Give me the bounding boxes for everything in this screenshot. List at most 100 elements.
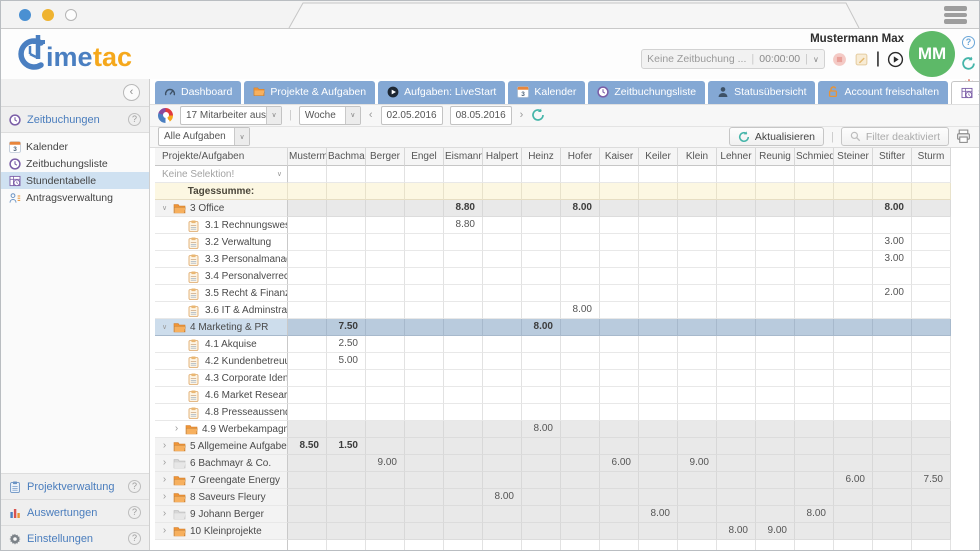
hours-cell[interactable] [717,217,756,234]
hours-cell[interactable] [288,421,327,438]
hours-cell[interactable] [405,370,444,387]
hours-cell[interactable] [600,421,639,438]
hours-cell[interactable] [522,200,561,217]
row-6-bachmayr-co[interactable]: ›6 Bachmayr & Co. [155,455,288,472]
hours-cell[interactable] [678,217,717,234]
hours-cell[interactable] [444,285,483,302]
hours-cell[interactable] [717,268,756,285]
hours-cell[interactable] [795,336,834,353]
hours-cell[interactable] [405,268,444,285]
hours-cell[interactable] [444,370,483,387]
hours-cell[interactable] [444,251,483,268]
hours-cell[interactable] [327,489,366,506]
hours-cell[interactable] [639,387,678,404]
hours-cell[interactable] [834,353,873,370]
hours-cell[interactable] [678,387,717,404]
hours-cell[interactable]: 3.00 [873,234,912,251]
help-icon[interactable]: ? [128,113,141,126]
hours-cell[interactable] [327,387,366,404]
hours-cell[interactable] [873,268,912,285]
filter-cell[interactable] [756,166,795,183]
hours-cell[interactable] [834,387,873,404]
hours-cell[interactable] [795,455,834,472]
hours-cell[interactable] [678,404,717,421]
period-select[interactable]: Woche ∨ [299,106,361,125]
hours-cell[interactable] [288,404,327,421]
hours-cell[interactable] [561,438,600,455]
hours-cell[interactable] [873,489,912,506]
hours-cell[interactable] [522,353,561,370]
hours-cell[interactable] [678,438,717,455]
hours-cell[interactable]: 2.50 [327,336,366,353]
hours-cell[interactable] [795,523,834,540]
hours-cell[interactable] [444,353,483,370]
hours-cell[interactable] [405,472,444,489]
hours-cell[interactable] [288,336,327,353]
hours-cell[interactable] [912,319,951,336]
hours-cell[interactable] [600,251,639,268]
hours-cell[interactable] [444,421,483,438]
chevron-down-icon[interactable]: ∨ [160,323,169,331]
hours-cell[interactable] [639,353,678,370]
hours-cell[interactable] [561,353,600,370]
chevron-right-icon[interactable]: › [160,441,169,451]
hours-cell[interactable] [522,506,561,523]
hours-cell[interactable] [483,251,522,268]
hours-cell[interactable] [795,472,834,489]
hours-cell[interactable] [795,489,834,506]
hours-cell[interactable] [288,370,327,387]
hours-cell[interactable] [405,319,444,336]
hours-cell[interactable] [834,336,873,353]
hours-cell[interactable] [405,285,444,302]
hours-cell[interactable]: 9.00 [756,523,795,540]
hours-cell[interactable] [639,455,678,472]
filter-cell[interactable] [795,166,834,183]
hours-cell[interactable] [405,353,444,370]
hours-cell[interactable] [795,370,834,387]
hours-cell[interactable] [561,370,600,387]
filter-cell[interactable] [327,166,366,183]
hours-cell[interactable] [561,387,600,404]
hours-cell[interactable] [717,404,756,421]
filter-cell[interactable] [834,166,873,183]
hours-cell[interactable] [600,200,639,217]
tab-account-freischalten[interactable]: Account freischalten [818,81,948,104]
hours-cell[interactable] [678,234,717,251]
hours-cell[interactable]: 7.50 [912,472,951,489]
hours-cell[interactable] [561,268,600,285]
hours-cell[interactable] [522,336,561,353]
hours-cell[interactable] [561,217,600,234]
hours-cell[interactable] [366,404,405,421]
hours-cell[interactable] [366,268,405,285]
hours-cell[interactable] [288,353,327,370]
hours-cell[interactable] [561,472,600,489]
hours-cell[interactable] [600,506,639,523]
hours-cell[interactable] [873,506,912,523]
hours-cell[interactable] [483,285,522,302]
hours-cell[interactable] [327,217,366,234]
hours-cell[interactable] [795,268,834,285]
hours-cell[interactable] [756,234,795,251]
selection-dropdown[interactable]: Keine Selektion!∨ [155,166,288,183]
hours-cell[interactable] [327,302,366,319]
hours-cell[interactable] [717,251,756,268]
color-wheel-icon[interactable] [158,108,173,123]
hours-cell[interactable] [678,336,717,353]
hours-cell[interactable] [639,370,678,387]
filter-cell[interactable] [288,166,327,183]
hours-cell[interactable]: 8.00 [522,319,561,336]
hours-cell[interactable] [288,285,327,302]
hours-cell[interactable] [483,217,522,234]
hours-cell[interactable] [366,438,405,455]
hours-cell[interactable] [600,353,639,370]
hours-cell[interactable] [678,302,717,319]
hours-cell[interactable] [366,336,405,353]
hours-cell[interactable] [756,285,795,302]
hours-cell[interactable] [717,438,756,455]
hours-cell[interactable]: 8.00 [483,489,522,506]
hours-cell[interactable] [639,234,678,251]
hours-cell[interactable] [717,285,756,302]
hours-cell[interactable] [444,302,483,319]
tab-zeitbuchungsliste[interactable]: Zeitbuchungsliste [588,81,705,104]
hours-cell[interactable] [561,506,600,523]
